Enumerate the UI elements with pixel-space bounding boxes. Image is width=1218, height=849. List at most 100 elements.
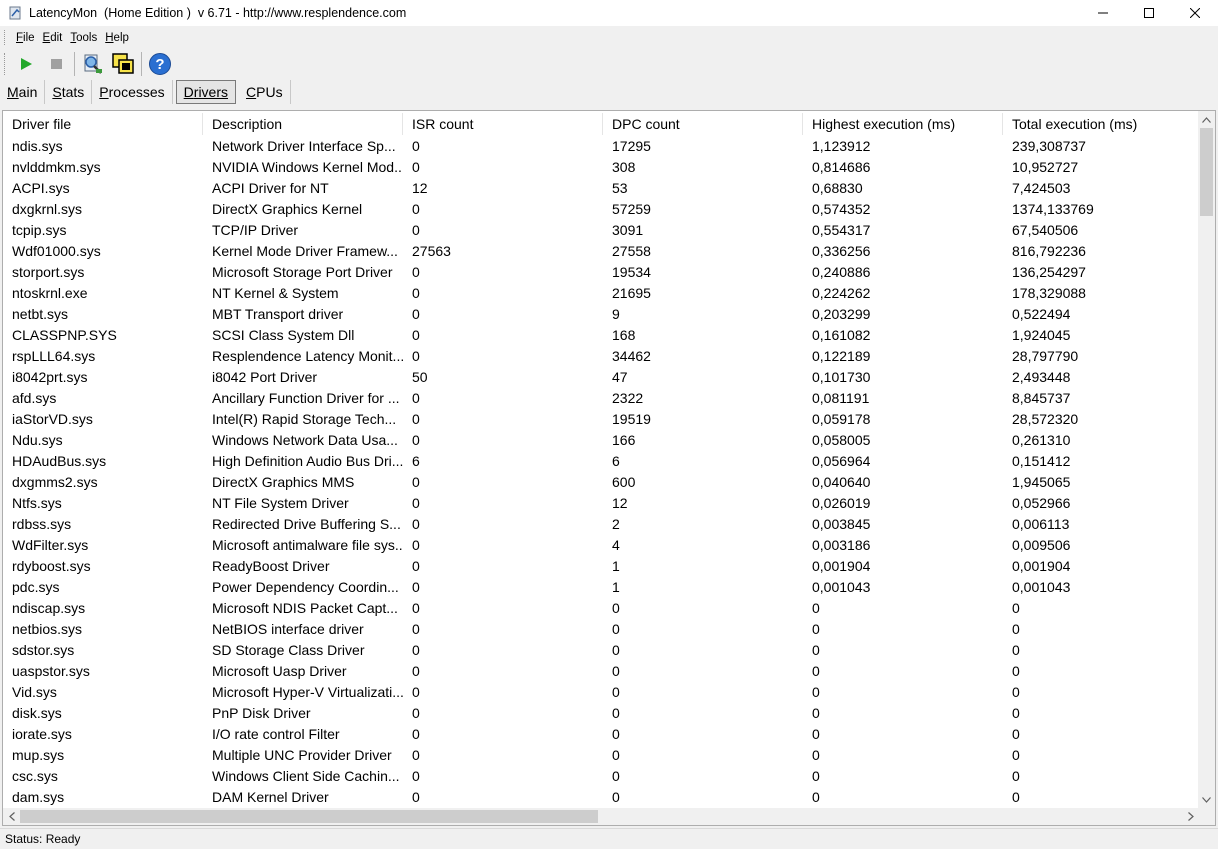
- table-row[interactable]: HDAudBus.sys High Definition Audio Bus Dr…: [3, 451, 1199, 472]
- menu-tools[interactable]: Tools: [66, 32, 101, 44]
- column-header-isr-count[interactable]: ISR count: [403, 113, 603, 135]
- close-button[interactable]: [1172, 0, 1218, 26]
- cell-dpc-count: 4: [612, 537, 620, 553]
- cell-isr-count: 0: [412, 768, 420, 784]
- table-row[interactable]: ntoskrnl.exe NT Kernel & System 0 21695 0,22…: [3, 283, 1199, 304]
- table-row[interactable]: WdFilter.sys Microsoft antimalware file s…: [3, 535, 1199, 556]
- scroll-right-button[interactable]: [1182, 808, 1199, 825]
- driver-search-button[interactable]: [78, 50, 108, 78]
- cell-driver-file: CLASSPNP.SYS: [12, 327, 117, 343]
- cell-description: Microsoft Uasp Driver: [212, 663, 347, 679]
- vertical-scrollbar[interactable]: [1198, 111, 1215, 808]
- table-row[interactable]: rspLLL64.sys Resplendence Latency Monit..…: [3, 346, 1199, 367]
- tab-processes[interactable]: Processes: [92, 80, 173, 104]
- table-row[interactable]: ACPI.sys ACPI Driver for NT 12 53 0,68830 7,4…: [3, 178, 1199, 199]
- cell-dpc-count: 0: [612, 768, 620, 784]
- table-row[interactable]: CLASSPNP.SYS SCSI Class System Dll 0 168 0,1…: [3, 325, 1199, 346]
- table-row[interactable]: Ndu.sys Windows Network Data Usa... 0 166 0,…: [3, 430, 1199, 451]
- start-button[interactable]: [11, 50, 41, 78]
- cell-total-execution: 0,151412: [1012, 453, 1071, 469]
- cell-dpc-count: 53: [612, 180, 628, 196]
- table-row[interactable]: nvlddmkm.sys NVIDIA Windows Kernel Mod...…: [3, 157, 1199, 178]
- table-row[interactable]: dam.sys DAM Kernel Driver 0 0 0 0: [3, 787, 1199, 808]
- table-row[interactable]: Wdf01000.sys Kernel Mode Driver Framew...…: [3, 241, 1199, 262]
- table-row[interactable]: netbios.sys NetBIOS interface driver 0 0 0 0: [3, 619, 1199, 640]
- table-row[interactable]: sdstor.sys SD Storage Class Driver 0 0 0 0: [3, 640, 1199, 661]
- cell-description: Microsoft NDIS Packet Capt...: [212, 600, 398, 616]
- scroll-down-button[interactable]: [1198, 791, 1215, 808]
- cell-total-execution: 0,009506: [1012, 537, 1071, 553]
- table-row[interactable]: tcpip.sys TCP/IP Driver 0 3091 0,554317 67,54…: [3, 220, 1199, 241]
- horizontal-scrollbar[interactable]: [3, 808, 1199, 825]
- cpu-windows-button[interactable]: [108, 50, 138, 78]
- table-row[interactable]: afd.sys Ancillary Function Driver for ...…: [3, 388, 1199, 409]
- table-row[interactable]: rdbss.sys Redirected Drive Buffering S...…: [3, 514, 1199, 535]
- table-row[interactable]: netbt.sys MBT Transport driver 0 9 0,203299 0…: [3, 304, 1199, 325]
- vertical-scroll-thumb[interactable]: [1200, 128, 1213, 216]
- minimize-button[interactable]: [1080, 0, 1126, 26]
- tab-drivers[interactable]: Drivers: [175, 80, 237, 104]
- table-row[interactable]: iorate.sys I/O rate control Filter 0 0 0 0: [3, 724, 1199, 745]
- column-header-description[interactable]: Description: [203, 113, 403, 135]
- horizontal-scroll-thumb[interactable]: [20, 810, 598, 823]
- scroll-up-button[interactable]: [1198, 111, 1215, 128]
- table-row[interactable]: uaspstor.sys Microsoft Uasp Driver 0 0 0 0: [3, 661, 1199, 682]
- cell-description: NVIDIA Windows Kernel Mod...: [212, 159, 403, 175]
- cell-description: High Definition Audio Bus Dri...: [212, 453, 403, 469]
- column-header-driver-file[interactable]: Driver file: [3, 113, 203, 135]
- table-row[interactable]: i8042prt.sys i8042 Port Driver 50 47 0,10173…: [3, 367, 1199, 388]
- maximize-button[interactable]: [1126, 0, 1172, 26]
- table-row[interactable]: disk.sys PnP Disk Driver 0 0 0 0: [3, 703, 1199, 724]
- tab-stats[interactable]: Stats: [45, 80, 93, 104]
- cell-total-execution: 0,001043: [1012, 579, 1071, 595]
- column-header-highest-execution[interactable]: Highest execution (ms): [803, 113, 1003, 135]
- cell-description: Windows Client Side Cachin...: [212, 768, 400, 784]
- cell-total-execution: 7,424503: [1012, 180, 1071, 196]
- cell-total-execution: 239,308737: [1012, 138, 1086, 154]
- cell-dpc-count: 0: [612, 663, 620, 679]
- cell-driver-file: Ntfs.sys: [12, 495, 62, 511]
- cell-highest-execution: 0,814686: [812, 159, 871, 175]
- menu-file[interactable]: File: [12, 32, 39, 44]
- cell-total-execution: 8,845737: [1012, 390, 1071, 406]
- table-row[interactable]: Ntfs.sys NT File System Driver 0 12 0,026019…: [3, 493, 1199, 514]
- table-row[interactable]: ndiscap.sys Microsoft NDIS Packet Capt...…: [3, 598, 1199, 619]
- cell-total-execution: 2,493448: [1012, 369, 1071, 385]
- cell-highest-execution: 0: [812, 747, 820, 763]
- cell-driver-file: ndis.sys: [12, 138, 63, 154]
- table-row[interactable]: csc.sys Windows Client Side Cachin... 0 0 0 0: [3, 766, 1199, 787]
- help-button[interactable]: ?: [145, 50, 175, 78]
- table-row[interactable]: pdc.sys Power Dependency Coordin... 0 1 0,00…: [3, 577, 1199, 598]
- stop-button[interactable]: [41, 50, 71, 78]
- table-row[interactable]: Vid.sys Microsoft Hyper-V Virtualizati...…: [3, 682, 1199, 703]
- chevron-down-icon: [1202, 796, 1211, 803]
- menu-bar: File Edit Tools Help: [0, 28, 1218, 47]
- cell-total-execution: 0: [1012, 747, 1020, 763]
- column-header-dpc-count[interactable]: DPC count: [603, 113, 803, 135]
- tab-cpus[interactable]: C PUs: [239, 80, 291, 104]
- title-bar[interactable]: LatencyMon (Home Edition ) v 6.71 - http…: [0, 0, 1218, 26]
- table-row[interactable]: ndis.sys Network Driver Interface Sp... 0 1…: [3, 136, 1199, 157]
- cell-isr-count: 0: [412, 642, 420, 658]
- menu-help[interactable]: Help: [101, 32, 133, 44]
- tab-main[interactable]: Main: [0, 80, 46, 104]
- cell-driver-file: sdstor.sys: [12, 642, 75, 658]
- cell-isr-count: 0: [412, 516, 420, 532]
- cell-isr-count: 0: [412, 159, 420, 175]
- cell-isr-count: 0: [412, 474, 420, 490]
- table-row[interactable]: dxgkrnl.sys DirectX Graphics Kernel 0 57259…: [3, 199, 1199, 220]
- cell-description: NT File System Driver: [212, 495, 349, 511]
- cell-dpc-count: 0: [612, 642, 620, 658]
- menu-edit[interactable]: Edit: [39, 32, 67, 44]
- table-row[interactable]: mup.sys Multiple UNC Provider Driver 0 0 0 0: [3, 745, 1199, 766]
- cell-driver-file: nvlddmkm.sys: [12, 159, 101, 175]
- menubar-grip: [4, 30, 7, 45]
- table-row[interactable]: rdyboost.sys ReadyBoost Driver 0 1 0,001904 0…: [3, 556, 1199, 577]
- table-row[interactable]: storport.sys Microsoft Storage Port Drive…: [3, 262, 1199, 283]
- table-row[interactable]: iaStorVD.sys Intel(R) Rapid Storage Tech.…: [3, 409, 1199, 430]
- column-header-total-execution[interactable]: Total execution (ms): [1003, 113, 1199, 135]
- cell-total-execution: 0: [1012, 705, 1020, 721]
- scroll-left-button[interactable]: [3, 808, 20, 825]
- toolbar-separator: [141, 52, 142, 76]
- table-row[interactable]: dxgmms2.sys DirectX Graphics MMS 0 600 0,040…: [3, 472, 1199, 493]
